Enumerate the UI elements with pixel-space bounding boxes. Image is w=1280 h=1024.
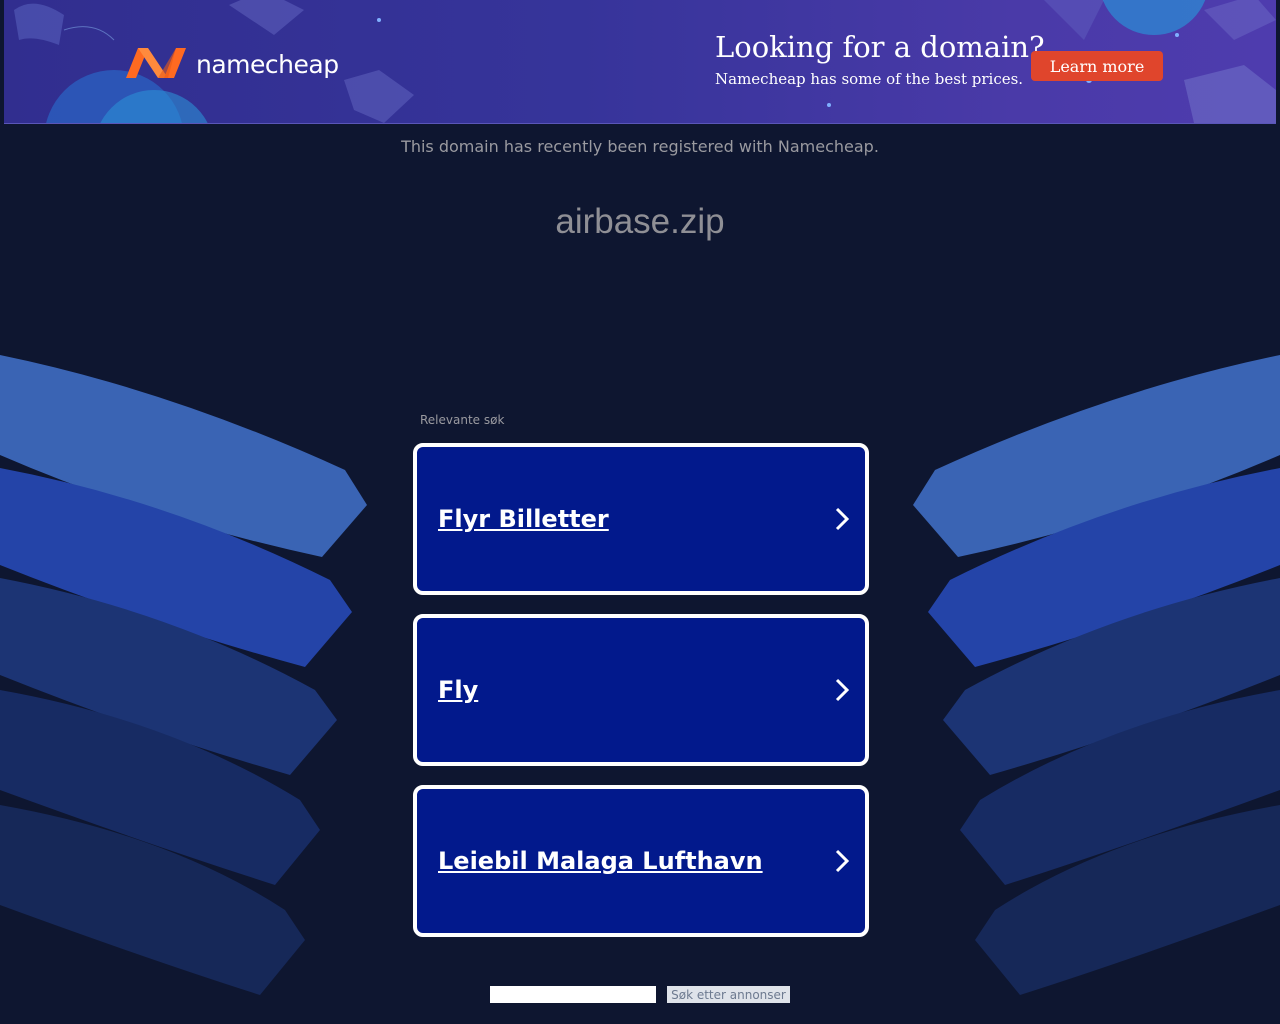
search-ads-button[interactable]: Søk etter annonser <box>667 986 790 1003</box>
namecheap-logo-icon <box>126 48 186 78</box>
related-link-label[interactable]: Fly <box>438 676 478 704</box>
related-link-1[interactable]: Flyr Billetter <box>413 443 869 595</box>
domain-name: airbase.zip <box>555 202 725 241</box>
related-link-2[interactable]: Fly <box>413 614 869 766</box>
search-input[interactable] <box>490 986 656 1003</box>
chevron-right-icon <box>835 678 849 702</box>
promo-subtitle: Namecheap has some of the best prices. <box>715 70 1024 88</box>
promo-banner[interactable]: namecheap Looking for a domain? Namechea… <box>4 0 1276 124</box>
chevron-right-icon <box>835 507 849 531</box>
related-link-label[interactable]: Leiebil Malaga Lufthavn <box>438 847 763 875</box>
related-link-label[interactable]: Flyr Billetter <box>438 505 609 533</box>
registered-notice: This domain has recently been registered… <box>401 137 879 156</box>
promo-title: Looking for a domain? <box>715 30 1045 64</box>
namecheap-logo[interactable]: namecheap <box>124 42 339 82</box>
logo-text: namecheap <box>196 49 339 79</box>
learn-more-button[interactable]: Learn more <box>1031 51 1163 81</box>
related-searches-label: Relevante søk <box>420 413 505 427</box>
chevron-right-icon <box>835 849 849 873</box>
related-link-3[interactable]: Leiebil Malaga Lufthavn <box>413 785 869 937</box>
